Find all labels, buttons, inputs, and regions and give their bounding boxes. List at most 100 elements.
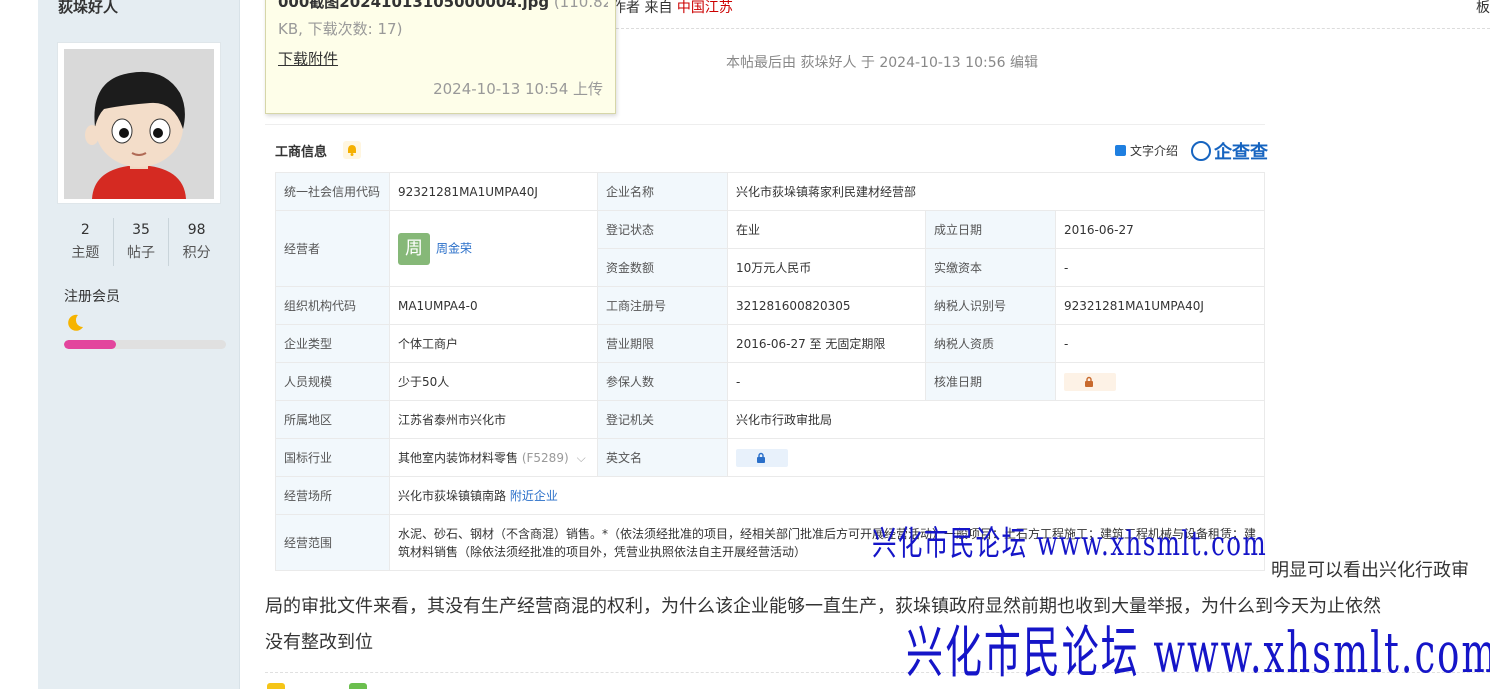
cell-key: 成立日期 <box>924 210 1056 249</box>
cell-value: - <box>1054 248 1266 287</box>
operator-link[interactable]: 周金荣 <box>436 241 472 255</box>
table-row: 经营场所 兴化市荻垛镇镇南路 附近企业 <box>275 476 1266 515</box>
cell-value: 兴化市荻垛镇蒋家利民建材经营部 <box>726 172 1266 211</box>
cell-key: 企业类型 <box>275 324 390 363</box>
avatar-image <box>64 49 214 199</box>
cell-key: 登记机关 <box>596 400 728 439</box>
moon-level-icon <box>68 314 83 331</box>
attachment-size: KB, 下载次数: 17) <box>278 20 403 38</box>
cell-value: - <box>726 362 926 401</box>
cell-value: 江苏省泰州市兴化市 <box>388 400 598 439</box>
cell-value: 92321281MA1UMPA40J <box>388 172 598 211</box>
cell-key: 工商注册号 <box>596 286 728 325</box>
cell-value: MA1UMPA4-0 <box>388 286 598 325</box>
cell-value: - <box>1054 324 1266 363</box>
post-body-line: 明显可以看出兴化行政审 <box>1271 560 1469 581</box>
cell-key: 组织机构代码 <box>275 286 390 325</box>
cell-key: 经营者 <box>275 210 390 287</box>
cell-value: 2016-06-27 <box>1054 210 1266 249</box>
stat-topics-count: 2 <box>80 222 90 238</box>
chevron-down-icon[interactable]: ⌵ <box>577 451 586 465</box>
avatar[interactable] <box>57 42 221 204</box>
table-row: 人员规模 少于50人 参保人数 - 核准日期 <box>275 362 1266 401</box>
cell-value: 2016-06-27 至 无固定期限 <box>726 324 926 363</box>
locked-value-pill[interactable] <box>1063 372 1116 391</box>
cell-key: 企业名称 <box>596 172 728 211</box>
nearby-companies-link[interactable]: 附近企业 <box>510 489 558 503</box>
table-row: 企业类型 个体工商户 营业期限 2016-06-27 至 无固定期限 纳税人资质… <box>275 324 1266 363</box>
qichacha-brand: 企查查 <box>1214 142 1268 163</box>
text-intro-label: 文字介绍 <box>1130 144 1179 158</box>
stat-posts-count: 35 <box>132 222 150 238</box>
lock-icon <box>756 452 765 463</box>
cell-key: 经营场所 <box>275 476 390 515</box>
attachment-filename: 000截图20241013105000004.jpg <box>278 0 550 11</box>
user-group[interactable]: 注册会员 <box>64 286 120 306</box>
upload-time: 2024-10-13 10:54 上传 <box>433 80 603 98</box>
stat-posts[interactable]: 35 帖子 <box>114 218 170 266</box>
stat-posts-label: 帖子 <box>127 245 155 261</box>
attachment-tooltip: 000截图20241013105000004.jpg (110.82 KB, 下… <box>265 0 616 114</box>
rate-icon[interactable] <box>267 683 285 689</box>
stat-topics-label: 主题 <box>71 245 100 261</box>
cell-key: 纳税人资质 <box>924 324 1056 363</box>
cell-value: 个体工商户 <box>388 324 598 363</box>
divider <box>616 28 1490 29</box>
industry-code: (F5289) <box>521 451 569 465</box>
table-row: 国标行业 其他室内装饰材料零售 (F5289) ⌵ 英文名 <box>275 438 1266 477</box>
business-info-card: 工商信息 文字介绍 企查查 统一社会信用代码 92321281MA1UMPA40… <box>265 124 1268 571</box>
user-stats: 2 主题 35 帖子 98 积分 <box>58 218 224 266</box>
username[interactable]: 荻垛好人 <box>58 0 118 17</box>
card-title: 工商信息 <box>275 145 328 160</box>
table-row: 统一社会信用代码 92321281MA1UMPA40J 企业名称 兴化市荻垛镇蒋… <box>275 172 1266 211</box>
level-progress-bar <box>64 340 226 349</box>
edit-note: 本帖最后由 荻垛好人 于 2024-10-13 10:56 编辑 <box>726 55 1038 71</box>
text-intro-button[interactable]: 文字介绍 <box>1115 142 1178 159</box>
cell-key: 参保人数 <box>596 362 728 401</box>
attachment-filename-line: 000截图20241013105000004.jpg (110.82 <box>278 0 608 12</box>
watermark-small: 兴化市民论坛 www.xhsmlt.com <box>872 524 1268 564</box>
watermark-large: 兴化市民论坛 www.xhsmlt.com <box>906 621 1490 686</box>
lock-icon <box>1084 376 1093 387</box>
industry-name: 其他室内装饰材料零售 <box>397 451 518 465</box>
business-info-table: 统一社会信用代码 92321281MA1UMPA40J 企业名称 兴化市荻垛镇蒋… <box>275 172 1266 571</box>
table-row: 所属地区 江苏省泰州市兴化市 登记机关 兴化市行政审批局 <box>275 400 1266 439</box>
cell-value: 92321281MA1UMPA40J <box>1054 286 1266 325</box>
cell-key: 纳税人识别号 <box>924 286 1056 325</box>
cell-key: 英文名 <box>596 438 728 477</box>
favorite-icon[interactable] <box>349 683 367 689</box>
cell-key: 统一社会信用代码 <box>275 172 390 211</box>
level-progress-fill <box>64 340 116 349</box>
document-icon <box>1115 145 1126 156</box>
cell-key: 登记状态 <box>596 210 728 249</box>
cell-value: 兴化市行政审批局 <box>726 400 1266 439</box>
author-line: 作者 来自 中国江苏 <box>612 0 733 17</box>
operator-avatar: 周 <box>397 232 430 265</box>
post-body-line: 没有整改到位 <box>265 632 373 653</box>
user-sidebar: 荻垛好人 2 主题 35 帖子 98 积分 注册会员 <box>38 0 240 689</box>
qichacha-ring-icon <box>1191 141 1211 161</box>
attachment-meta-head: (110.82 <box>549 0 608 11</box>
address-value: 兴化市荻垛镇镇南路 <box>397 489 506 503</box>
industry-cell[interactable]: 其他室内装饰材料零售 (F5289) ⌵ <box>388 438 598 477</box>
table-row: 经营者 周周金荣 登记状态 在业 成立日期 2016-06-27 <box>275 210 1266 287</box>
locked-value-pill[interactable] <box>735 448 788 467</box>
cell-key: 国标行业 <box>275 438 390 477</box>
cell-key: 资金数额 <box>596 248 728 287</box>
approve-date-cell <box>1054 362 1266 401</box>
stat-topics[interactable]: 2 主题 <box>58 218 114 266</box>
cell-key: 实缴资本 <box>924 248 1056 287</box>
cell-key: 经营范围 <box>275 514 390 571</box>
cell-key: 核准日期 <box>924 362 1056 401</box>
cell-key: 人员规模 <box>275 362 390 401</box>
author-location: 中国江苏 <box>676 0 733 16</box>
address-cell: 兴化市荻垛镇镇南路 附近企业 <box>388 476 1266 515</box>
cell-key: 所属地区 <box>275 400 390 439</box>
download-attachment-link[interactable]: 下载附件 <box>278 48 338 69</box>
right-edge-text[interactable]: 板 <box>1476 0 1490 17</box>
stat-points-count: 98 <box>187 222 206 238</box>
stat-points-label: 积分 <box>182 245 211 261</box>
stat-points[interactable]: 98 积分 <box>169 218 224 266</box>
cell-value: 10万元人民币 <box>726 248 926 287</box>
bell-icon[interactable] <box>343 141 361 159</box>
